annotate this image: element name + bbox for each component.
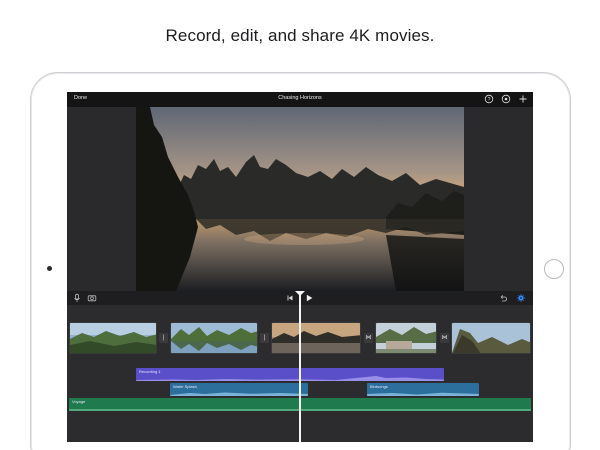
audio-track-label: Birdsongs <box>370 384 388 389</box>
audio-track-label: Recording 1 <box>139 369 161 374</box>
imovie-screen: Done Chasing Horizons ? | | ⋈ ⋈ Recordin… <box>67 92 533 442</box>
add-icon[interactable] <box>518 94 528 104</box>
transition-marker[interactable]: ⋈ <box>440 333 449 343</box>
skip-back-icon[interactable] <box>285 293 295 303</box>
sound-effect-track[interactable]: Birdsongs <box>367 383 479 396</box>
video-clip[interactable] <box>375 322 437 354</box>
microphone-icon[interactable] <box>72 293 82 303</box>
voiceover-track[interactable]: Recording 1 <box>136 368 444 381</box>
svg-text:?: ? <box>488 97 491 103</box>
transition-marker[interactable]: ⋈ <box>364 333 373 343</box>
video-clip[interactable] <box>170 322 258 354</box>
undo-icon[interactable] <box>498 293 508 303</box>
marketing-headline: Record, edit, and share 4K movies. <box>165 26 435 45</box>
project-title: Chasing Horizons <box>278 95 322 101</box>
home-button[interactable] <box>544 259 564 279</box>
transition-marker[interactable]: | <box>159 333 168 343</box>
video-clip[interactable] <box>271 322 361 354</box>
sound-effect-track[interactable]: Water Splash <box>170 383 308 396</box>
play-icon[interactable] <box>304 293 314 303</box>
transition-marker[interactable]: | <box>260 333 269 343</box>
audio-track-label: Water Splash <box>173 384 197 389</box>
camera-icon[interactable] <box>87 293 97 303</box>
playhead[interactable] <box>299 292 301 442</box>
front-camera <box>47 266 52 271</box>
help-icon[interactable]: ? <box>484 94 494 104</box>
video-clip[interactable] <box>451 322 531 354</box>
done-button[interactable]: Done <box>74 95 87 101</box>
gear-icon[interactable] <box>516 293 526 303</box>
video-clip[interactable] <box>69 322 157 354</box>
top-bar: Done Chasing Horizons ? <box>67 92 533 107</box>
preview-frame[interactable] <box>136 107 464 291</box>
settings-icon[interactable] <box>501 94 511 104</box>
audio-track-label: Voyage <box>72 399 86 404</box>
video-viewer <box>67 107 533 295</box>
